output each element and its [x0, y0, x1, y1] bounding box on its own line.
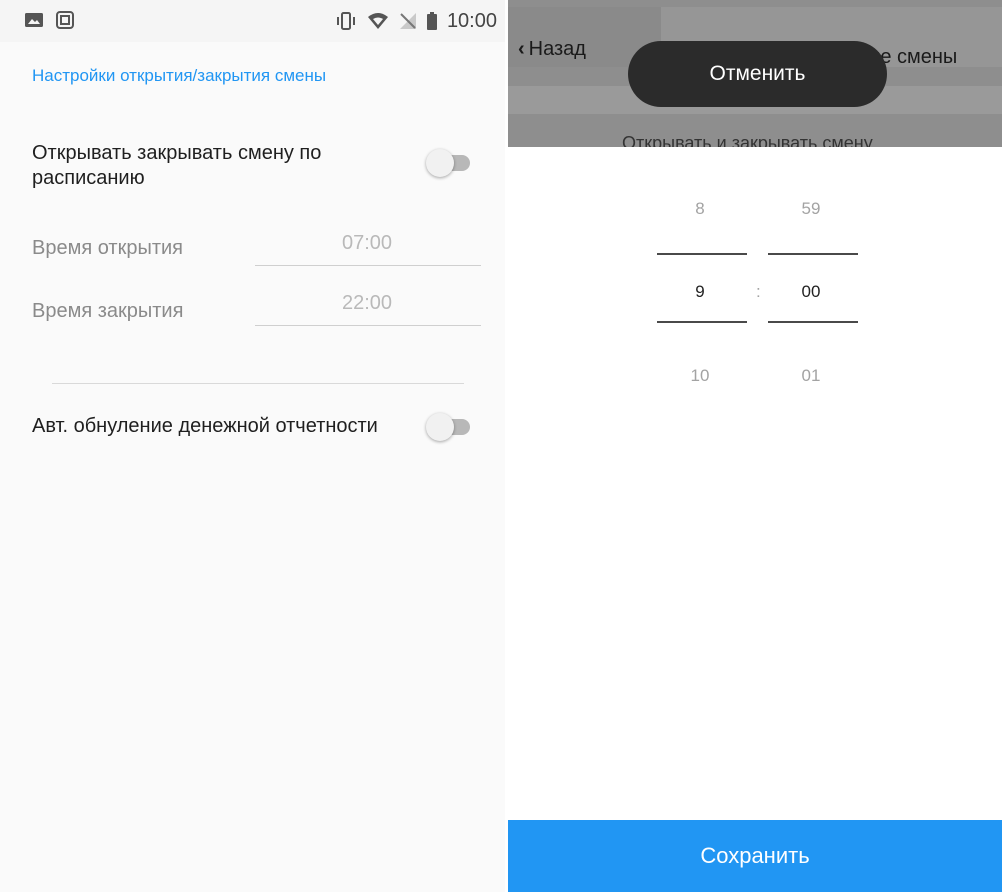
minute-next[interactable]: 01 — [766, 366, 856, 386]
wifi-icon — [367, 13, 388, 29]
picker-separator: : — [756, 282, 761, 301]
status-bar: 10:00 — [0, 0, 505, 42]
cancel-button[interactable]: Отменить — [628, 41, 887, 107]
cast-icon — [56, 11, 74, 29]
header-subtitle: Открывать и закрывать смену — [622, 133, 873, 147]
open-time-label: Время открытия — [32, 237, 183, 259]
chevron-left-icon: ‹ — [518, 38, 525, 60]
hour-selection-line-top — [657, 253, 747, 255]
close-time-label: Время закрытия — [32, 300, 184, 322]
minute-selected[interactable]: 00 — [766, 282, 856, 302]
schedule-toggle-label: Открывать закрывать смену по расписанию — [32, 142, 322, 189]
vibrate-icon — [336, 12, 355, 30]
open-time-field[interactable]: 07:00 — [255, 224, 481, 266]
minute-prev[interactable]: 59 — [766, 199, 856, 219]
status-icons: 10:00 — [335, 10, 497, 32]
clock: 10:00 — [446, 9, 497, 32]
close-time-value: 22:00 — [342, 292, 393, 314]
hour-next[interactable]: 10 — [655, 366, 745, 386]
minute-selection-line-bottom — [768, 321, 858, 323]
save-button[interactable]: Сохранить — [508, 820, 1002, 892]
auto-reset-label: Авт. обнуление денежной отчетности — [32, 415, 378, 437]
battery-icon — [426, 12, 437, 30]
auto-reset-toggle[interactable] — [426, 413, 472, 441]
minute-selection-line-top — [768, 253, 858, 255]
close-time-field[interactable]: 22:00 — [255, 284, 481, 326]
hour-selection-line-bottom — [657, 321, 747, 323]
open-time-value: 07:00 — [342, 232, 393, 254]
section-title: Настройки открытия/закрытия смены — [32, 66, 327, 85]
hour-selected[interactable]: 9 — [655, 282, 745, 302]
time-picker-screen: ‹Назад О тие смены Открывать и закрывать… — [508, 0, 1002, 892]
schedule-toggle[interactable] — [426, 149, 472, 177]
image-icon — [25, 13, 43, 27]
hour-prev[interactable]: 8 — [655, 199, 745, 219]
back-button[interactable]: ‹ Назад — [518, 38, 586, 61]
back-label: Назад — [528, 38, 586, 60]
settings-screen: 10:00 Настройки открытия/закрытия смены … — [0, 0, 505, 892]
no-sim-icon — [399, 13, 416, 29]
divider — [52, 383, 464, 384]
